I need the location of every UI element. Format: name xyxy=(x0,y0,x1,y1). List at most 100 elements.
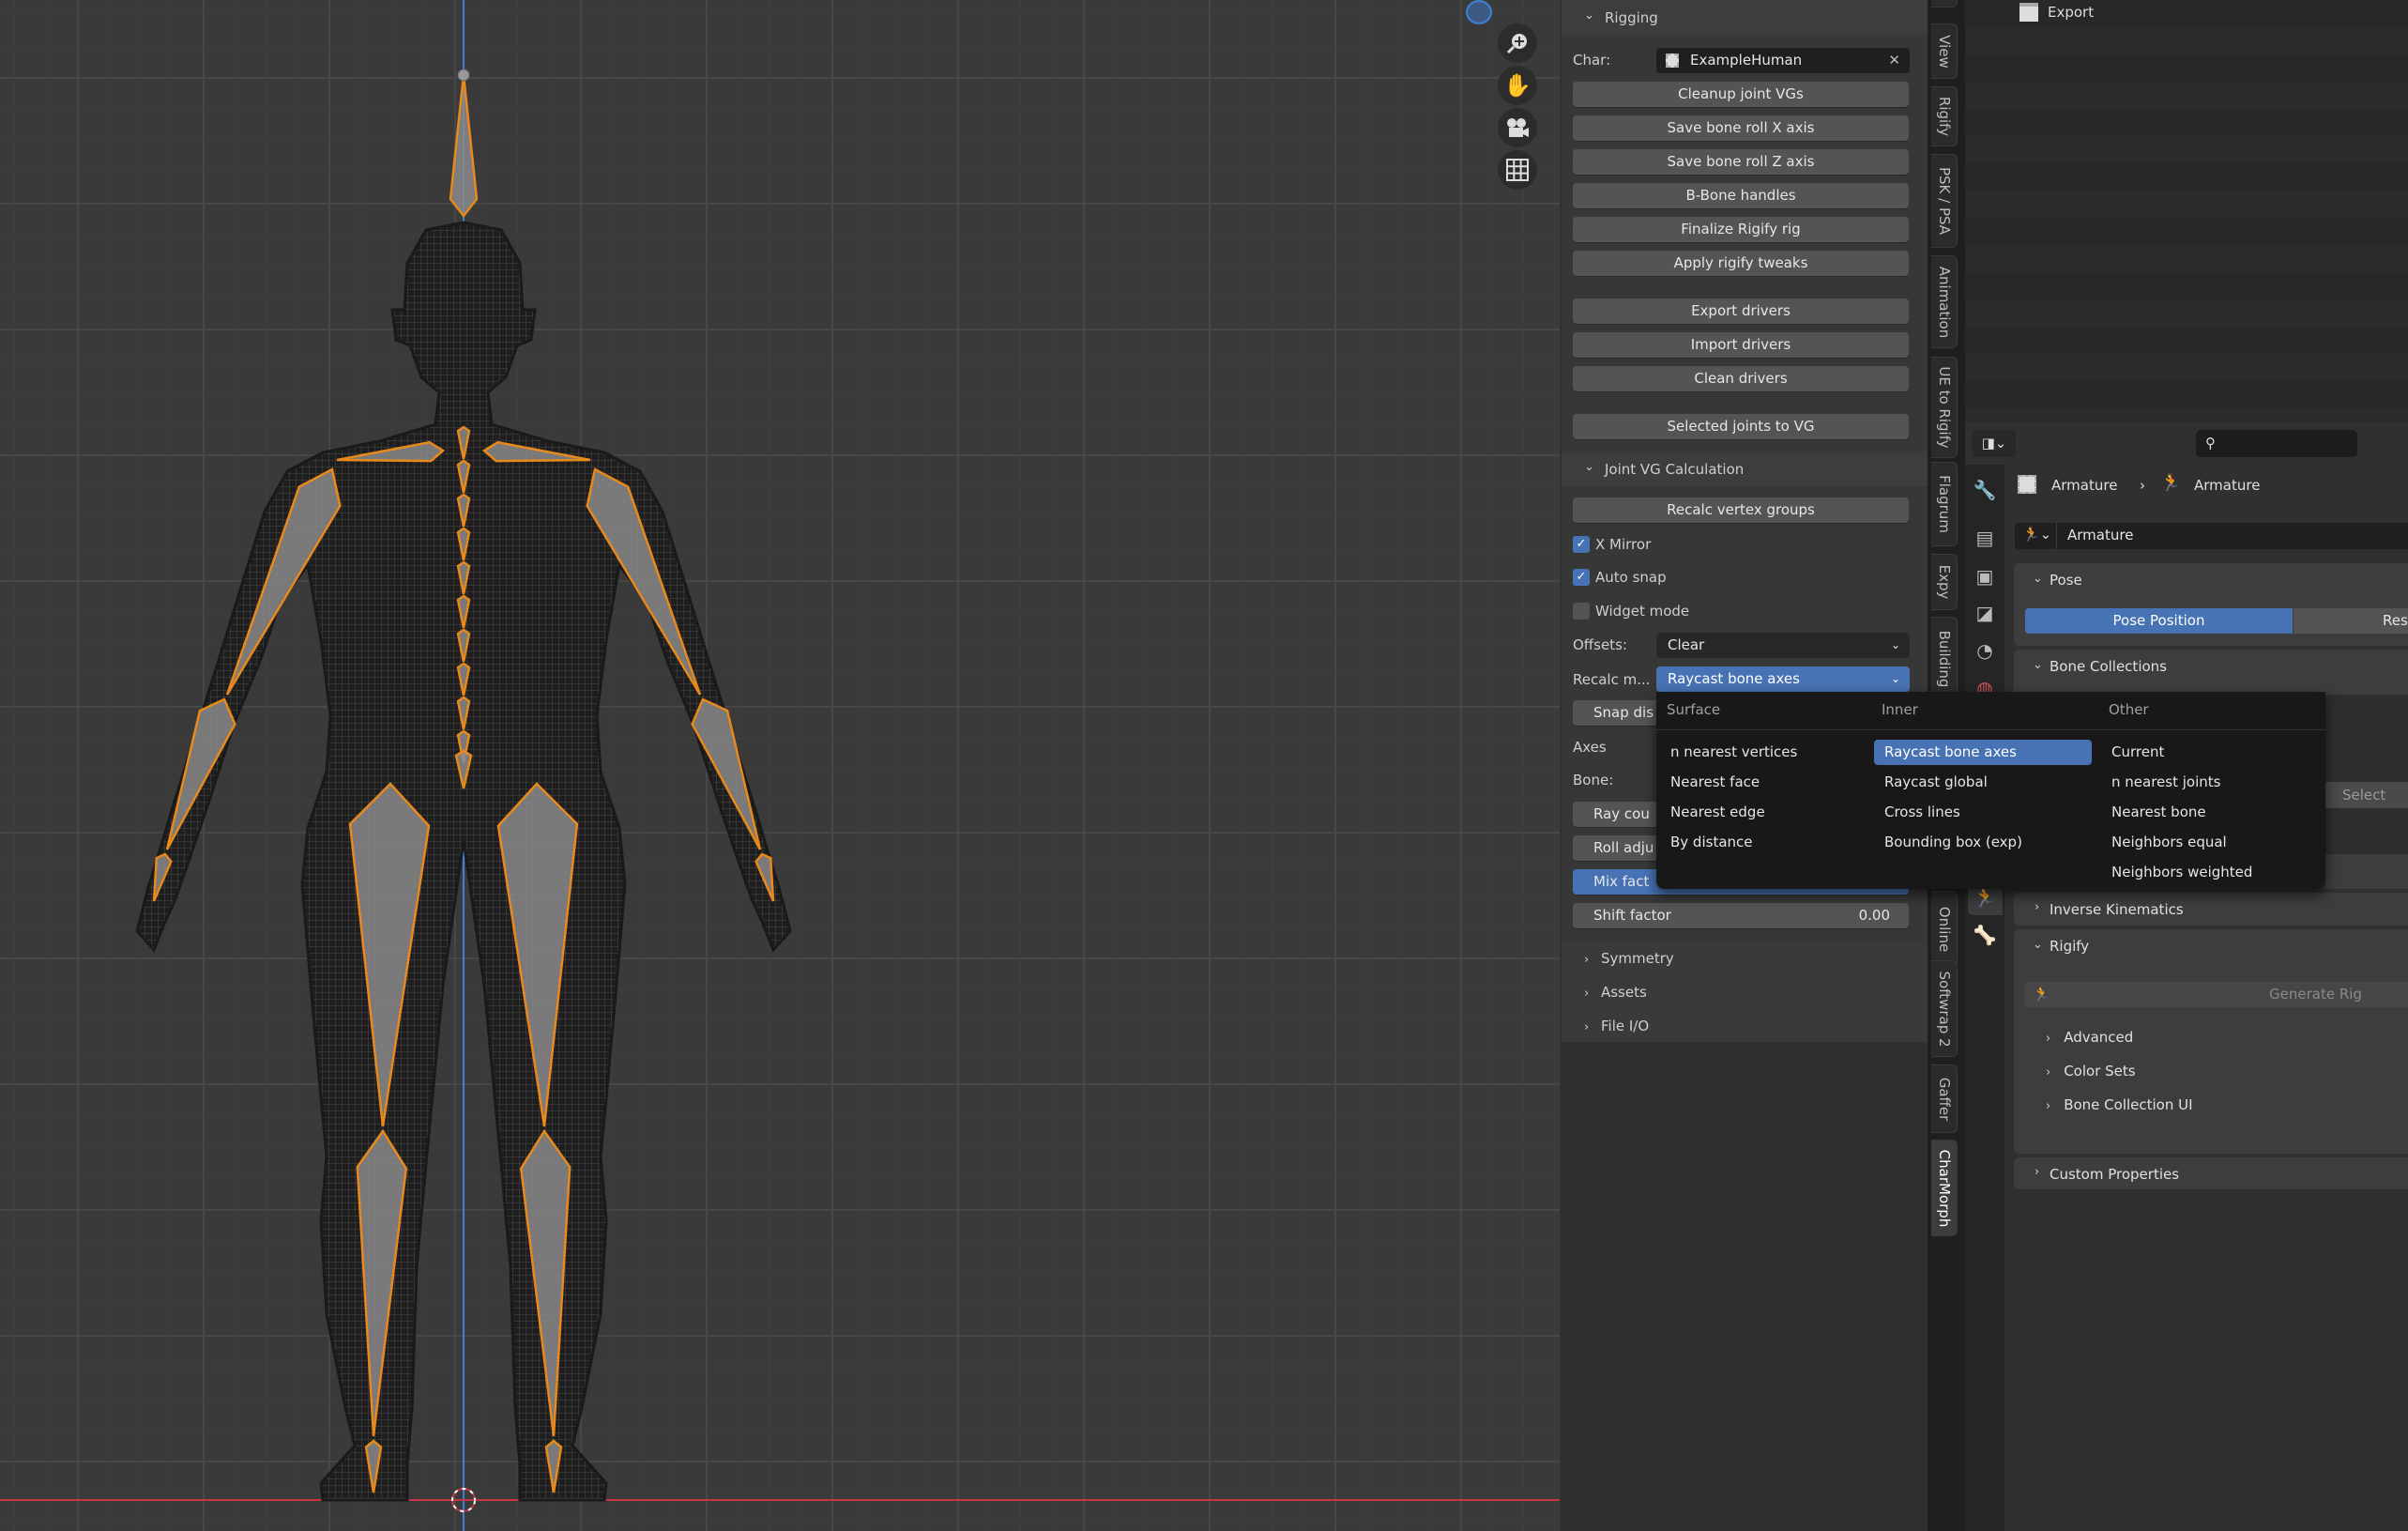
bone-collections-title[interactable]: Bone Collections xyxy=(2050,657,2167,676)
tab-building[interactable]: Building xyxy=(1931,617,1958,701)
pose-panel-title[interactable]: Pose xyxy=(2050,571,2082,589)
chevron-down-icon: ⌄ xyxy=(2033,658,2043,672)
save-bone-roll-z-button[interactable]: Save bone roll Z axis xyxy=(1573,149,1909,175)
armature-datablock-field[interactable]: 🏃⌄ Armature xyxy=(2015,523,2408,549)
bone-collection-ui-subpanel[interactable]: › Bone Collection UI xyxy=(2046,1095,2193,1114)
select-button[interactable]: Select xyxy=(2314,782,2408,808)
breadcrumb-data[interactable]: Armature xyxy=(2194,476,2260,495)
generate-rig-button[interactable]: 🏃 Generate Rig xyxy=(2025,982,2408,1007)
inverse-kinematics-panel[interactable]: › Inverse Kinematics xyxy=(2014,893,2408,926)
menu-item-raycast-bone-axes[interactable]: Raycast bone axes xyxy=(1884,743,2017,761)
color-sets-subpanel[interactable]: › Color Sets xyxy=(2046,1062,2136,1080)
shift-factor-label: Shift factor xyxy=(1593,907,1671,924)
rigging-panel-header[interactable]: ⌄ Rigging xyxy=(1562,0,1928,35)
tab-view[interactable]: View xyxy=(1931,23,1958,79)
object-icon xyxy=(2018,475,2036,494)
view-layer-icon[interactable]: ◪ xyxy=(1971,599,1999,627)
checkbox-label: Widget mode xyxy=(1595,603,1690,620)
tab-ue-to-rigify[interactable]: UE to Rigify xyxy=(1931,357,1958,458)
symmetry-panel-header[interactable]: › Symmetry xyxy=(1584,949,1674,968)
menu-item-cross-lines[interactable]: Cross lines xyxy=(1884,803,1960,821)
tab-softwrap-2[interactable]: Softwrap 2 xyxy=(1931,960,1958,1057)
recalc-method-dropdown[interactable]: Raycast bone axes ⌄ xyxy=(1656,666,1910,692)
output-icon[interactable]: ▣ xyxy=(1971,562,1999,590)
bone-label: Bone: xyxy=(1573,772,1614,788)
import-drivers-button[interactable]: Import drivers xyxy=(1573,332,1909,358)
menu-item-n-nearest-vertices[interactable]: n nearest vertices xyxy=(1670,743,1797,761)
outliner[interactable]: Export xyxy=(1965,0,2408,422)
rest-position-button[interactable]: Rest xyxy=(2294,608,2408,634)
custom-properties-panel[interactable]: › Custom Properties xyxy=(2014,1157,2408,1189)
tab-l[interactable]: l xyxy=(1931,0,1958,8)
menu-item-bounding-box-exp-[interactable]: Bounding box (exp) xyxy=(1884,833,2022,851)
save-bone-roll-x-button[interactable]: Save bone roll X axis xyxy=(1573,115,1909,141)
widget-mode-checkbox[interactable] xyxy=(1573,603,1590,620)
properties-search-input[interactable]: ⚲ xyxy=(2196,430,2357,457)
menu-item-neighbors-equal[interactable]: Neighbors equal xyxy=(2111,833,2227,851)
custom-properties-title[interactable]: Custom Properties xyxy=(2050,1165,2179,1184)
bbone-handles-button[interactable]: B-Bone handles xyxy=(1573,183,1909,208)
assets-panel-header[interactable]: › Assets xyxy=(1584,983,1647,1002)
pose-position-button[interactable]: Pose Position xyxy=(2025,608,2293,634)
tab-animation[interactable]: Animation xyxy=(1931,255,1958,348)
tool-icon[interactable]: 🔧 xyxy=(1971,476,1999,504)
menu-item-current[interactable]: Current xyxy=(2111,743,2164,761)
advanced-subpanel[interactable]: › Advanced xyxy=(2046,1028,2133,1047)
ik-panel-title[interactable]: Inverse Kinematics xyxy=(2050,900,2184,919)
checkbox-label: Auto snap xyxy=(1595,569,1667,586)
3d-viewport[interactable]: ✋ xyxy=(0,0,1560,1531)
menu-item-raycast-global[interactable]: Raycast global xyxy=(1884,773,1988,791)
rigify-panel-title[interactable]: Rigify xyxy=(2050,937,2089,956)
chevron-down-icon: ⌄ xyxy=(2033,938,2043,952)
offsets-label: Offsets: xyxy=(1573,636,1627,653)
apply-rigify-tweaks-button[interactable]: Apply rigify tweaks xyxy=(1573,251,1909,276)
scene-icon[interactable]: ◔ xyxy=(1971,636,1999,665)
viewport-scene xyxy=(0,0,1560,1531)
auto-snap-checkbox[interactable]: ✓ xyxy=(1573,569,1590,586)
clear-icon[interactable]: ✕ xyxy=(1888,48,1900,73)
tab-flagrum[interactable]: Flagrum xyxy=(1931,462,1958,546)
menu-item-nearest-edge[interactable]: Nearest edge xyxy=(1670,803,1765,821)
head-bone xyxy=(449,74,479,219)
armature-data-icon[interactable]: 🏃⌄ xyxy=(2022,526,2056,543)
search-icon: ⚲ xyxy=(2205,435,2216,452)
grid-icon[interactable] xyxy=(1498,150,1537,190)
joint-vg-panel-header[interactable]: ⌄ Joint VG Calculation xyxy=(1562,452,1928,486)
finalize-rigify-button[interactable]: Finalize Rigify rig xyxy=(1573,217,1909,242)
file-io-panel-header[interactable]: › File I/O xyxy=(1584,1017,1649,1035)
menu-item-nearest-face[interactable]: Nearest face xyxy=(1670,773,1760,791)
tab-psk-psa[interactable]: PSK / PSA xyxy=(1931,154,1958,248)
menu-item-n-nearest-joints[interactable]: n nearest joints xyxy=(2111,773,2220,791)
panel-title: Rigging xyxy=(1605,9,1658,26)
shift-factor-slider[interactable]: Shift factor 0.00 xyxy=(1573,903,1909,928)
tab-gaffer[interactable]: Gaffer xyxy=(1931,1064,1958,1133)
clean-drivers-button[interactable]: Clean drivers xyxy=(1573,366,1909,391)
bone-icon[interactable]: 🦴 xyxy=(1971,921,1999,949)
menu-item-by-distance[interactable]: By distance xyxy=(1670,833,1753,851)
tab-expy[interactable]: Expy xyxy=(1931,554,1958,610)
object-icon xyxy=(1666,54,1679,68)
render-icon[interactable]: ▤ xyxy=(1971,524,1999,552)
offsets-dropdown[interactable]: Clear ⌄ xyxy=(1656,633,1910,658)
hand-pan-icon[interactable]: ✋ xyxy=(1498,66,1537,105)
outliner-item-export[interactable]: Export xyxy=(2048,4,2094,21)
char-field[interactable]: ExampleHuman ✕ xyxy=(1656,48,1910,73)
selected-joints-to-vg-button[interactable]: Selected joints to VG xyxy=(1573,414,1909,439)
camera-icon[interactable] xyxy=(1498,108,1537,147)
cleanup-joint-vgs-button[interactable]: Cleanup joint VGs xyxy=(1573,82,1909,107)
zoom-icon[interactable] xyxy=(1498,23,1537,63)
export-drivers-button[interactable]: Export drivers xyxy=(1573,299,1909,324)
breadcrumb-object[interactable]: Armature xyxy=(2051,476,2117,495)
recalc-vertex-groups-button[interactable]: Recalc vertex groups xyxy=(1573,498,1909,523)
chevron-down-icon: ⌄ xyxy=(1584,8,1594,23)
tab-charmorph[interactable]: CharMorph xyxy=(1931,1140,1958,1236)
bone-tail-joint xyxy=(457,69,470,82)
tab-online[interactable]: Online xyxy=(1931,891,1958,968)
tab-rigify[interactable]: Rigify xyxy=(1931,86,1958,146)
axes-label: Axes xyxy=(1573,739,1607,756)
navigation-axis-z-icon[interactable] xyxy=(1466,0,1492,24)
menu-item-nearest-bone[interactable]: Nearest bone xyxy=(2111,803,2206,821)
menu-item-neighbors-weighted[interactable]: Neighbors weighted xyxy=(2111,863,2252,881)
x-mirror-checkbox[interactable]: ✓ xyxy=(1573,536,1590,553)
editor-type-button[interactable]: ◨⌄ xyxy=(1973,430,2016,457)
